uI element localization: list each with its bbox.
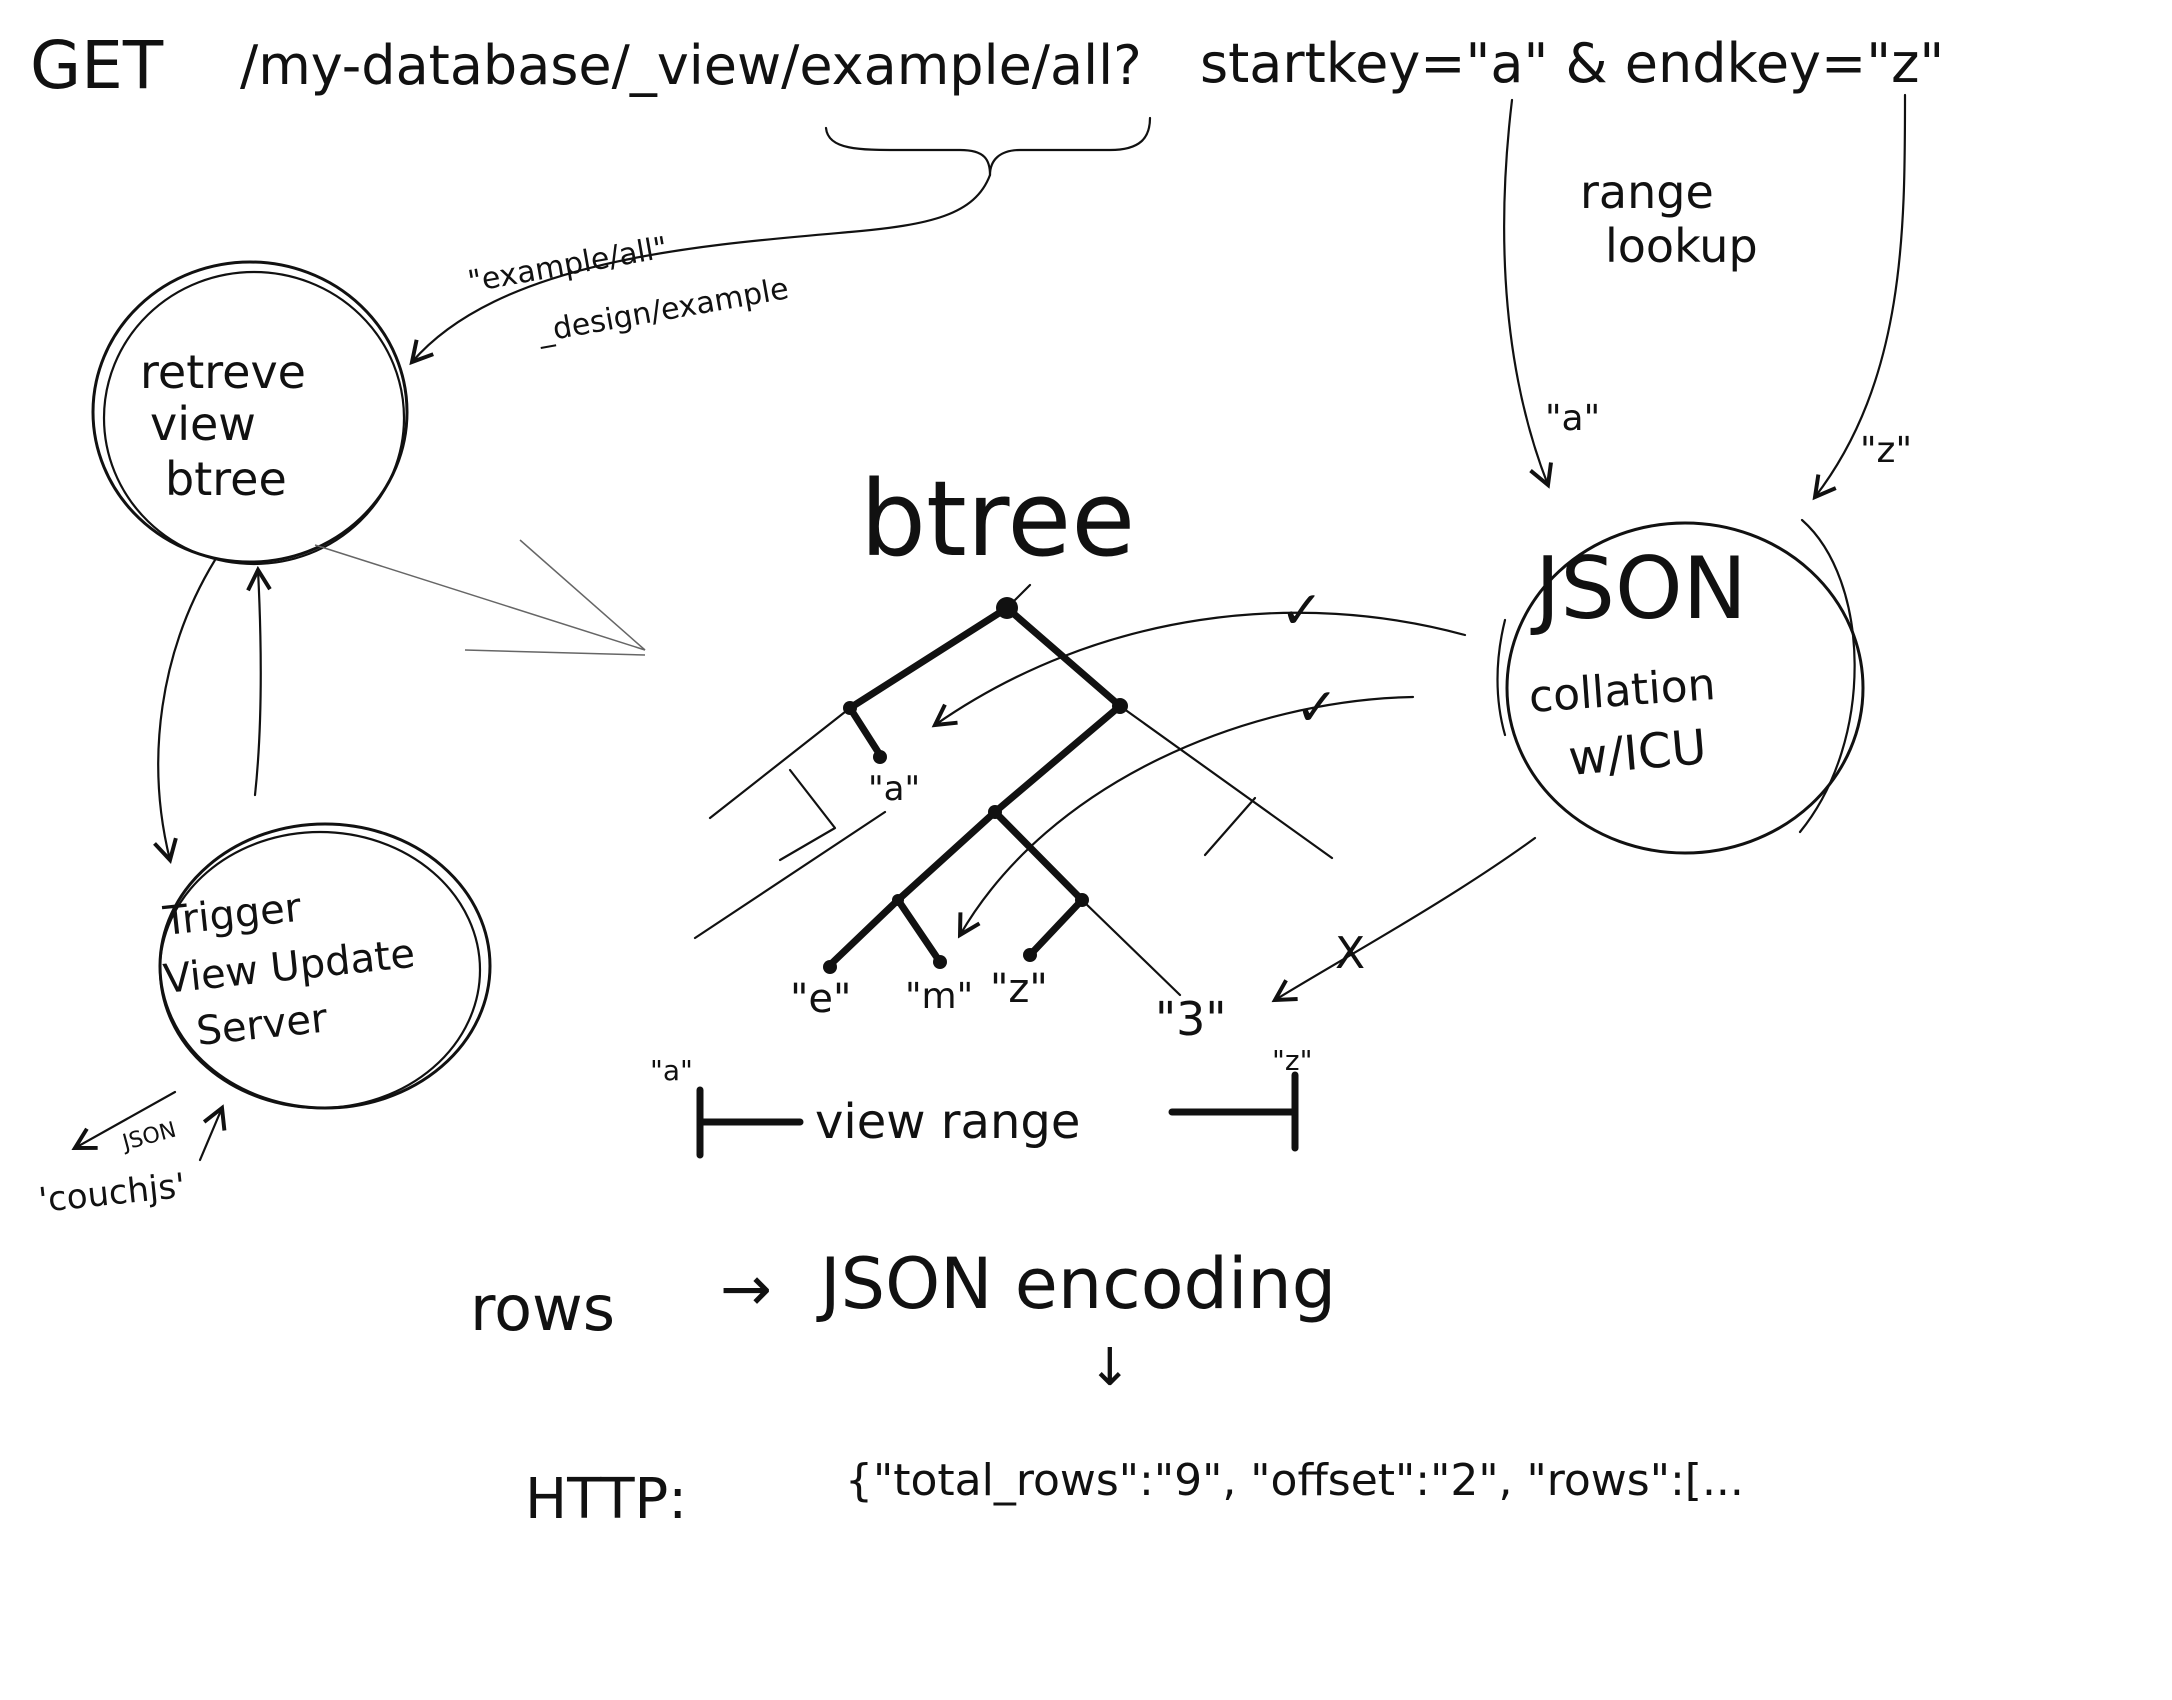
- btree-leaf-e: [823, 960, 837, 974]
- btree-leaf-m: [933, 955, 947, 969]
- sketch-canvas: GET /my-database/_view/example/all? star…: [30, 27, 1944, 1532]
- retrieve-node-line2: view: [150, 397, 256, 451]
- btree-leaf-label-3: "3": [1155, 992, 1227, 1046]
- retrieve-to-trigger-arrow: [153, 558, 217, 864]
- btree-root-left: [846, 604, 1011, 712]
- key-z-label: "z": [1860, 430, 1912, 471]
- cross-mark: X: [1335, 928, 1365, 979]
- btree-leaf-a: [873, 750, 887, 764]
- view-range-end-label: "z": [1272, 1044, 1312, 1077]
- btree-m-stem: [894, 896, 944, 966]
- btree-leaf-label-e: "e": [790, 976, 851, 1022]
- btree-a-stem: [846, 704, 884, 759]
- btree-title: btree: [860, 458, 1135, 580]
- key-a-label: "a": [1545, 398, 1600, 439]
- encoding-arrow: →: [720, 1252, 772, 1325]
- json-collation-node: JSON collation w/ICU: [1496, 518, 1865, 855]
- btree-left-outer-branch: [708, 706, 852, 820]
- encoding-target: JSON encoding: [816, 1243, 1336, 1325]
- btree-lower-left-node: [892, 894, 904, 906]
- btree-mid-left: [894, 808, 999, 904]
- btree-lower-right-node: [1075, 893, 1089, 907]
- btree-3-branch: [1080, 898, 1182, 997]
- btree-left-lower-branch: [693, 810, 887, 940]
- btree-left-node: [843, 701, 857, 715]
- retrieve-view-btree-node: retreve view btree: [91, 260, 409, 566]
- view-range-label: view range: [815, 1094, 1080, 1150]
- view-range-start-label: "a": [650, 1054, 693, 1087]
- retrieve-node-line3: btree: [165, 452, 287, 506]
- couchjs-label: 'couchjs': [37, 1166, 188, 1221]
- couchjs-json-label: JSON: [118, 1118, 179, 1157]
- request-method: GET: [30, 27, 164, 104]
- btree-mid-right: [991, 808, 1086, 904]
- trigger-node-line3: Server: [194, 995, 330, 1055]
- btree-leaf-z: [1023, 948, 1037, 962]
- path-brace: [824, 116, 1152, 177]
- http-body: {"total_rows":"9", "offset":"2", "rows":…: [845, 1455, 1744, 1506]
- http-label: HTTP:: [525, 1467, 687, 1532]
- collation-cross-arrow: [1271, 836, 1537, 1003]
- btree-mid-node: [988, 805, 1002, 819]
- check-mark-2: ✓: [1295, 678, 1339, 738]
- btree-right-hook: [1203, 796, 1257, 857]
- trigger-view-update-server-node: Trigger View Update Server: [158, 822, 492, 1110]
- retrieve-to-btree-ray-2: [464, 649, 646, 656]
- range-lookup-line1: range: [1580, 165, 1714, 219]
- btree-z-stem: [1026, 896, 1086, 959]
- json-collation-line1: JSON: [1530, 539, 1747, 639]
- range-lookup-line2: lookup: [1605, 219, 1758, 273]
- retrieve-to-btree-ray: [314, 544, 646, 651]
- retrieve-to-btree-ray-3: [519, 539, 646, 651]
- trigger-to-retrieve-arrow: [246, 565, 272, 797]
- encoding-rows: rows: [470, 1272, 615, 1345]
- btree-leaf-label-z: "z": [990, 966, 1048, 1012]
- check-mark-1: ✓: [1280, 581, 1324, 641]
- btree-diagram: [693, 583, 1334, 997]
- couchjs-in-arrow: [198, 1104, 227, 1162]
- trigger-node-line2: View Update: [161, 931, 417, 1003]
- design-doc-id: _design/example: [534, 271, 791, 350]
- btree-right-node: [1112, 698, 1128, 714]
- design-doc-name: "example/all": [465, 230, 670, 300]
- btree-leaf-label-m: "m": [905, 976, 973, 1017]
- json-collation-line3: w/ICU: [1566, 719, 1709, 787]
- json-collation-line2: collation: [1527, 659, 1717, 723]
- request-query: startkey="a" & endkey="z": [1200, 32, 1944, 95]
- btree-left-hook: [778, 768, 837, 862]
- btree-right-to-mid: [991, 702, 1124, 816]
- btree-e-stem: [826, 896, 902, 969]
- collation-check-arrow-2: [957, 695, 1415, 939]
- retrieve-node-line1: retreve: [140, 345, 306, 399]
- encoding-down-arrow: ↓: [1088, 1338, 1132, 1398]
- startkey-arrow: [1503, 98, 1553, 489]
- collation-check-arrow-1: [931, 611, 1467, 728]
- request-path: /my-database/_view/example/all?: [240, 34, 1142, 97]
- btree-root-tick: [1013, 583, 1032, 602]
- btree-leaf-label-a: "a": [868, 769, 920, 809]
